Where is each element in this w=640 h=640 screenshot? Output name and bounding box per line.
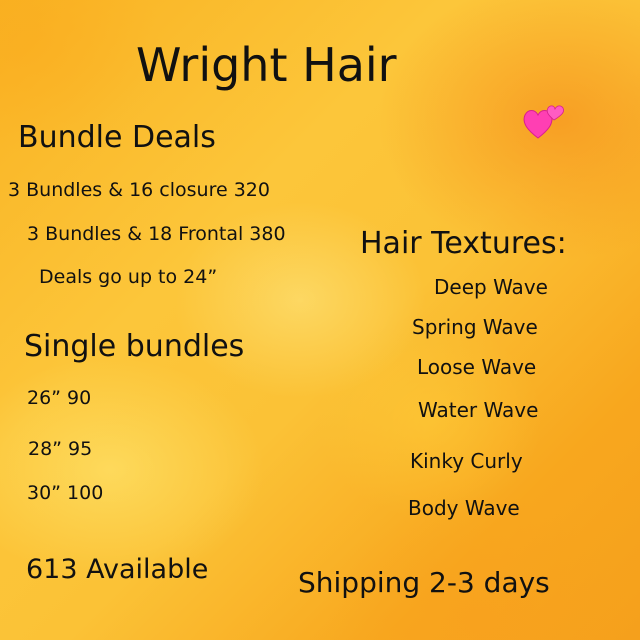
single-bundle-row: 26” 90 <box>27 387 92 409</box>
texture-item: Body Wave <box>408 496 520 520</box>
texture-item: Loose Wave <box>417 355 537 379</box>
availability-text: 613 Available <box>26 554 209 585</box>
texture-item: Deep Wave <box>434 275 548 299</box>
texture-item: Water Wave <box>418 398 539 422</box>
texture-item: Kinky Curly <box>410 449 523 473</box>
bundle-deal-row: 3 Bundles & 18 Frontal 380 <box>27 223 286 245</box>
hair-textures-heading: Hair Textures: <box>360 226 567 261</box>
two-hearts-icon <box>523 105 564 139</box>
single-bundle-row: 30” 100 <box>27 482 104 504</box>
shipping-text: Shipping 2-3 days <box>298 566 550 599</box>
bundle-deal-row: 3 Bundles & 16 closure 320 <box>8 179 270 201</box>
single-bundles-heading: Single bundles <box>24 329 245 364</box>
texture-item: Spring Wave <box>412 315 538 339</box>
bundle-deal-row: Deals go up to 24” <box>39 266 218 288</box>
watercolor-background <box>0 0 640 640</box>
page-title: Wright Hair <box>136 38 397 92</box>
bundle-deals-heading: Bundle Deals <box>18 120 216 155</box>
single-bundle-row: 28” 95 <box>28 438 93 460</box>
